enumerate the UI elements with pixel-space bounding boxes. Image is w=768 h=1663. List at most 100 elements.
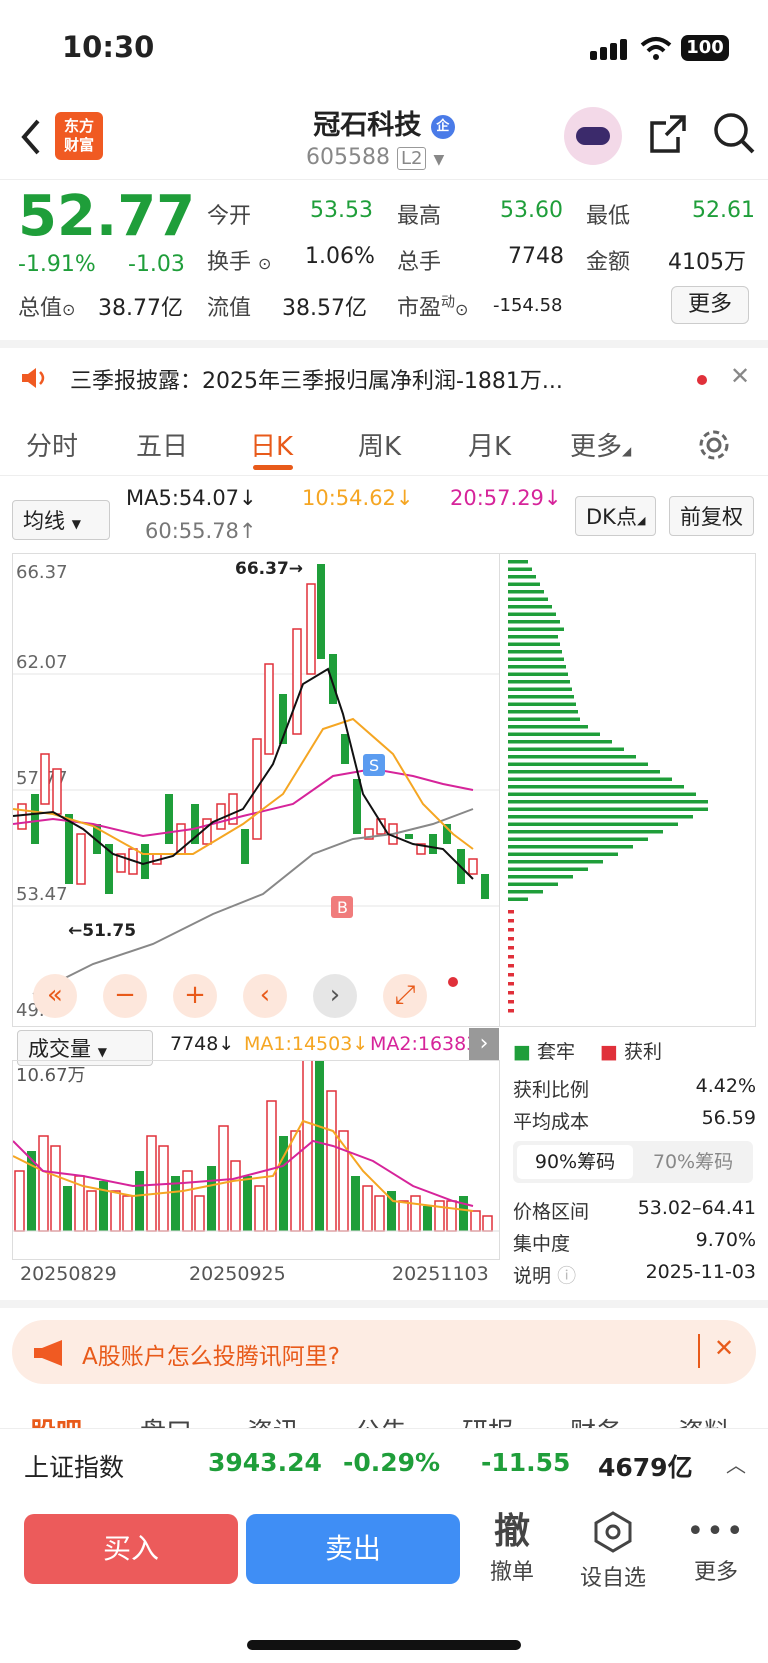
chip-bar-5 — [508, 597, 548, 601]
volume-bar-33 — [410, 1195, 421, 1232]
adjust-button[interactable]: 前复权 — [669, 496, 754, 536]
tab-five-day[interactable]: 五日 — [136, 426, 188, 463]
chip-bar-44 — [508, 890, 543, 894]
tab-weekly-k[interactable]: 周K — [358, 426, 401, 463]
chip-profit-bar-5 — [508, 955, 514, 959]
tab-news[interactable]: 资讯 — [247, 1412, 299, 1428]
chip-bars-svg — [508, 560, 708, 1013]
chip-bar-36 — [508, 830, 663, 834]
volume-svg: 10.67万 — [12, 1041, 499, 1232]
candle-24 — [317, 564, 325, 659]
add-watchlist-button[interactable]: 设自选 — [573, 1510, 653, 1592]
buy-button[interactable]: 买入 — [24, 1514, 238, 1584]
ma60-value: 60:55.78↑ — [145, 519, 257, 543]
tab-daily-k[interactable]: 日K — [250, 426, 293, 463]
chip-bar-35 — [508, 822, 678, 826]
index-pct: -0.29% — [343, 1448, 441, 1477]
chip-bar-26 — [508, 755, 636, 759]
ytick-1: 66.37 — [16, 562, 68, 583]
chip-bar-34 — [508, 815, 693, 819]
min-price-label: ←51.75 — [68, 921, 136, 941]
promo-close-icon[interactable]: ✕ — [714, 1334, 734, 1362]
volume-label: 总手 — [397, 250, 442, 275]
more-quote-button[interactable]: 更多 — [671, 286, 749, 324]
index-ticker[interactable]: 上证指数 3943.24 -0.29% -11.55 4679亿 ︿ — [0, 1428, 768, 1500]
scroll-left-button[interactable]: ‹ — [243, 974, 287, 1018]
share-icon[interactable] — [648, 113, 688, 155]
tab-profile[interactable]: 资料 — [678, 1412, 730, 1428]
ma10-value: 10:54.62↓ — [302, 486, 414, 510]
volume-bar-18 — [230, 1160, 241, 1232]
gear-icon[interactable] — [697, 428, 731, 462]
legend-profit: ■ 获利 — [600, 1041, 663, 1063]
chip-bar-43 — [508, 882, 558, 886]
mcap-value: 38.77亿 — [98, 296, 183, 321]
volume-bar-32 — [398, 1200, 409, 1232]
chip-bar-14 — [508, 665, 566, 669]
ma20-value: 20:57.29↓ — [450, 486, 562, 510]
chip-bar-19 — [508, 702, 576, 706]
chip-bar-20 — [508, 710, 578, 714]
tab-pankou[interactable]: 盘口 — [140, 1412, 192, 1428]
notice-bar[interactable]: 三季报披露：2025年三季报归属净利润-1881万... ✕ — [0, 340, 768, 406]
volume-bar-16 — [207, 1166, 216, 1231]
candle-2 — [40, 753, 50, 805]
pe-label: 市盈动⊙ — [397, 294, 469, 321]
kline-svg: 66.37 62.07 57.77 53.47 49.17 66.37→ ←51… — [12, 559, 499, 1021]
volume-bar-12 — [158, 1145, 169, 1232]
tab-more[interactable]: 更多◢ — [570, 426, 631, 463]
cancel-order-button[interactable]: 撤 撤单 — [472, 1510, 552, 1586]
scroll-left-fast-button[interactable]: « — [33, 974, 77, 1018]
dk-point-button[interactable]: DK点◢ — [575, 496, 657, 536]
fullscreen-button[interactable]: ⤢ — [383, 974, 427, 1018]
period-tabs: 分时 五日 日K 周K 月K 更多◢ — [0, 412, 768, 476]
ma5-value: MA5:54.07↓ — [126, 486, 257, 510]
tab-guba[interactable]: 股吧 — [30, 1412, 82, 1428]
close-icon[interactable]: ✕ — [730, 362, 750, 390]
search-icon[interactable] — [712, 111, 756, 155]
tab-monthly-k[interactable]: 月K — [468, 426, 511, 463]
volume-bar-21 — [266, 1100, 277, 1232]
date-label-3: 20251103 — [392, 1263, 489, 1285]
tab-chip-70[interactable]: 70%筹码 — [637, 1145, 749, 1179]
concentration-label: 集中度 — [513, 1233, 571, 1255]
chip-profit-bar-8 — [508, 982, 514, 986]
chevron-up-icon[interactable]: ︿ — [726, 1449, 746, 1478]
more-actions-button[interactable]: ••• 更多 — [676, 1510, 756, 1586]
promo-banner[interactable]: A股账户怎么投腾讯阿里? ✕ — [12, 1320, 756, 1384]
date-label-1: 20250829 — [20, 1263, 117, 1285]
kline-chart[interactable]: 66.37 62.07 57.77 53.47 49.17 66.37→ ←51… — [12, 553, 500, 1027]
chip-bar-2 — [508, 575, 536, 579]
indicator-select[interactable]: 均线 ▼ — [12, 500, 110, 540]
volume-bar-14 — [182, 1170, 193, 1232]
chip-bar-45 — [508, 897, 528, 901]
volume-bar-37 — [459, 1196, 468, 1231]
index-amount: 4679亿 — [598, 1453, 693, 1482]
chip-bar-30 — [508, 785, 684, 789]
turnover-value: 1.06% — [305, 244, 375, 269]
avg-cost-label: 平均成本 — [513, 1111, 590, 1133]
tab-announcement[interactable]: 公告 — [355, 1412, 407, 1428]
chip-tabs: 90%筹码 70%筹码 — [513, 1141, 753, 1183]
active-tab-indicator — [253, 465, 293, 470]
note-date: 2025-11-03 — [645, 1261, 756, 1283]
volume-bar-30 — [374, 1195, 385, 1232]
chip-bar-28 — [508, 770, 660, 774]
chip-bar-40 — [508, 860, 603, 864]
ma20-line — [12, 767, 474, 838]
zoom-out-button[interactable]: − — [103, 974, 147, 1018]
cancel-icon: 撤 — [493, 1511, 530, 1552]
zoom-in-button[interactable]: + — [173, 974, 217, 1018]
tab-intraday[interactable]: 分时 — [26, 426, 78, 463]
assistant-avatar[interactable] — [564, 107, 622, 165]
change-percent: -1.91% — [18, 252, 96, 277]
sell-button[interactable]: 卖出 — [246, 1514, 460, 1584]
tab-research[interactable]: 研报 — [462, 1412, 514, 1428]
scroll-right-button[interactable]: › — [313, 974, 357, 1018]
tab-chip-90[interactable]: 90%筹码 — [517, 1145, 633, 1179]
turnover-label: 换手 ⊙ — [207, 250, 272, 275]
tab-finance[interactable]: 财务 — [570, 1412, 622, 1428]
high-value: 53.60 — [500, 198, 563, 223]
expand-indicators-button[interactable]: › — [469, 1028, 499, 1060]
candle-23 — [306, 583, 316, 675]
